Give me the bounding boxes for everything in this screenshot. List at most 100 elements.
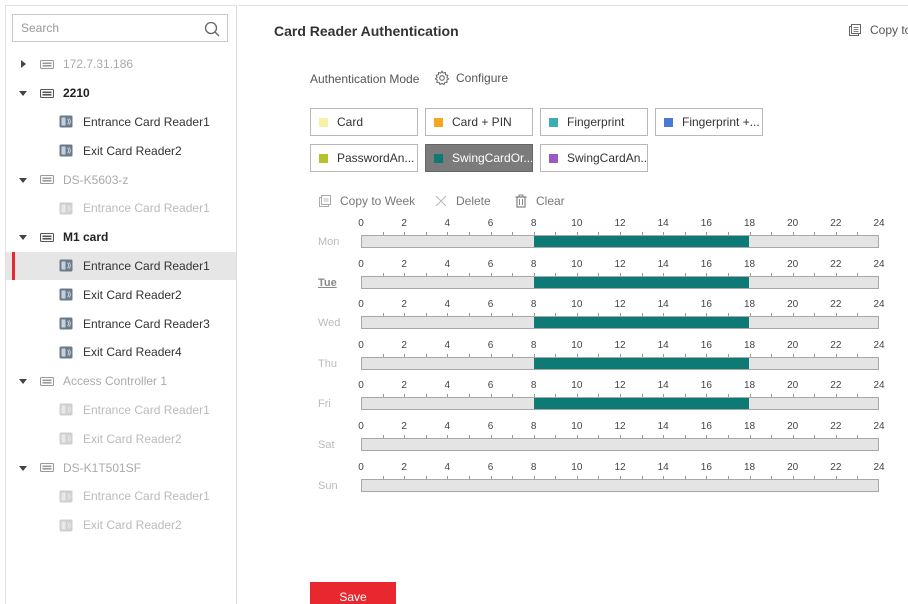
authentication-mode-label: Authentication Mode <box>310 72 420 86</box>
hour-tick-label: 12 <box>614 339 626 351</box>
schedule-row: 0 2 4 6 8 10 12 14 16 18 20 22 24 Fri <box>238 378 908 418</box>
configure-button[interactable]: Configure <box>434 70 508 86</box>
card-reader-node[interactable]: Exit Card Reader2 <box>6 280 236 309</box>
hour-tick-label: 4 <box>444 258 451 270</box>
tree-node-label: Exit Card Reader2 <box>83 518 182 533</box>
auth-mode-button[interactable]: SwingCardAn... <box>540 144 648 172</box>
search-box[interactable] <box>12 14 228 42</box>
time-bar[interactable] <box>361 316 879 330</box>
hour-tick-label: 18 <box>743 299 756 311</box>
hour-tick-label: 2 <box>401 218 407 229</box>
search-input[interactable] <box>13 15 193 41</box>
auth-mode-button[interactable]: Fingerprint <box>540 108 648 136</box>
day-label[interactable]: Sat <box>318 439 335 451</box>
time-segment[interactable] <box>534 276 749 288</box>
card-reader-node[interactable]: Entrance Card Reader3 <box>6 309 236 338</box>
card-reader-node[interactable]: Exit Card Reader4 <box>6 338 236 367</box>
day-label[interactable]: Tue <box>318 277 337 289</box>
hour-tick-label: 18 <box>743 461 756 473</box>
gear-icon <box>434 70 450 86</box>
hour-tick-label: 6 <box>487 421 494 432</box>
copy-icon <box>319 195 331 207</box>
hour-tick-label: 4 <box>444 299 451 311</box>
hour-tick-label: 20 <box>787 339 799 351</box>
auth-mode-button[interactable]: Card + PIN <box>425 108 533 136</box>
tree-node-label: Entrance Card Reader1 <box>83 402 210 417</box>
card-reader-node[interactable]: Entrance Card Reader1 <box>6 396 236 425</box>
device-node[interactable]: 172.7.31.186 <box>6 50 236 79</box>
time-bar[interactable] <box>361 356 879 370</box>
hour-tick-label: 14 <box>657 299 669 311</box>
auth-mode-label: Fingerprint +... <box>682 115 760 129</box>
card-reader-node[interactable]: Entrance Card Reader1 <box>6 482 236 511</box>
device-node[interactable]: Access Controller 1 <box>6 367 236 396</box>
search-icon[interactable] <box>203 20 221 38</box>
card-reader-icon <box>59 202 73 215</box>
tree-node-label: Exit Card Reader2 <box>83 143 182 158</box>
copy-to-button[interactable]: Copy to <box>848 23 908 37</box>
clear-button[interactable]: Clear <box>514 194 565 208</box>
device-node[interactable]: DS-K5603-z <box>6 165 236 194</box>
clear-label: Clear <box>536 194 565 208</box>
day-label[interactable]: Fri <box>318 398 331 410</box>
device-node[interactable]: DS-K1T501SF <box>6 453 236 482</box>
hour-tick-label: 16 <box>700 299 712 311</box>
hour-tick-label: 6 <box>487 218 494 229</box>
auth-mode-button[interactable]: Fingerprint +... <box>655 108 763 136</box>
caret-down-icon[interactable] <box>18 232 28 242</box>
schedule-row: 0 2 4 6 8 10 12 14 16 18 20 22 24 Sun <box>238 460 908 500</box>
card-reader-icon <box>59 288 73 301</box>
schedule-row: 0 2 4 6 8 10 12 14 16 18 20 22 24 Thu <box>238 338 908 378</box>
time-segment[interactable] <box>534 317 749 329</box>
hour-tick-label: 10 <box>571 461 583 473</box>
time-segment[interactable] <box>534 236 749 247</box>
day-label[interactable]: Thu <box>318 358 337 370</box>
hour-tick-label: 16 <box>700 421 712 432</box>
auth-mode-button[interactable]: PasswordAn... <box>310 144 418 172</box>
card-reader-node[interactable]: Exit Card Reader2 <box>6 136 236 165</box>
device-node[interactable]: 2210 <box>6 79 236 108</box>
caret-down-icon[interactable] <box>18 463 28 473</box>
time-bar[interactable] <box>361 235 879 248</box>
hour-tick-label: 6 <box>487 380 494 392</box>
hour-tick-label: 8 <box>530 461 537 473</box>
day-label[interactable]: Mon <box>318 236 339 248</box>
time-bar[interactable] <box>361 478 879 492</box>
hour-tick-label: 24 <box>873 380 885 392</box>
tree-node-label: DS-K5603-z <box>63 172 129 187</box>
card-reader-icon <box>59 519 73 532</box>
card-reader-node[interactable]: Entrance Card Reader1 <box>6 194 236 223</box>
color-swatch <box>664 117 673 127</box>
device-tree-panel: 172.7.31.186 2210 Entrance Card Reader1 Exi… <box>5 5 237 604</box>
time-segment[interactable] <box>534 357 749 369</box>
caret-down-icon[interactable] <box>18 175 28 185</box>
hour-tick-label: 4 <box>444 339 451 351</box>
auth-mode-button[interactable]: Card <box>310 108 418 136</box>
hour-tick-label: 14 <box>657 461 669 473</box>
caret-right-icon[interactable] <box>18 59 28 69</box>
device-node[interactable]: M1 card <box>6 223 236 252</box>
caret-down-icon[interactable] <box>18 376 28 386</box>
color-swatch <box>434 117 443 127</box>
card-reader-node[interactable]: Exit Card Reader2 <box>6 424 236 453</box>
hour-tick-label: 0 <box>358 339 364 351</box>
time-bar[interactable] <box>361 275 879 289</box>
save-button[interactable]: Save <box>310 582 396 604</box>
card-reader-node[interactable]: Entrance Card Reader1 <box>6 108 236 137</box>
time-segment[interactable] <box>534 398 749 410</box>
card-reader-icon <box>59 144 73 157</box>
day-label[interactable]: Sun <box>318 480 338 492</box>
caret-down-icon[interactable] <box>18 88 28 98</box>
hour-tick-label: 14 <box>657 218 669 229</box>
day-label[interactable]: Wed <box>318 317 340 329</box>
time-bar[interactable] <box>361 438 879 451</box>
time-bar[interactable] <box>361 397 879 411</box>
copy-to-week-button[interactable]: Copy to Week <box>318 194 415 208</box>
hour-tick-label: 18 <box>743 218 756 229</box>
tree-node-label: Exit Card Reader2 <box>83 287 182 302</box>
delete-button[interactable]: Delete <box>434 194 491 208</box>
hour-tick-label: 22 <box>830 299 842 311</box>
auth-mode-button[interactable]: SwingCardOr... <box>425 144 533 172</box>
card-reader-node[interactable]: Exit Card Reader2 <box>6 511 236 540</box>
card-reader-node[interactable]: Entrance Card Reader1 <box>6 251 236 281</box>
